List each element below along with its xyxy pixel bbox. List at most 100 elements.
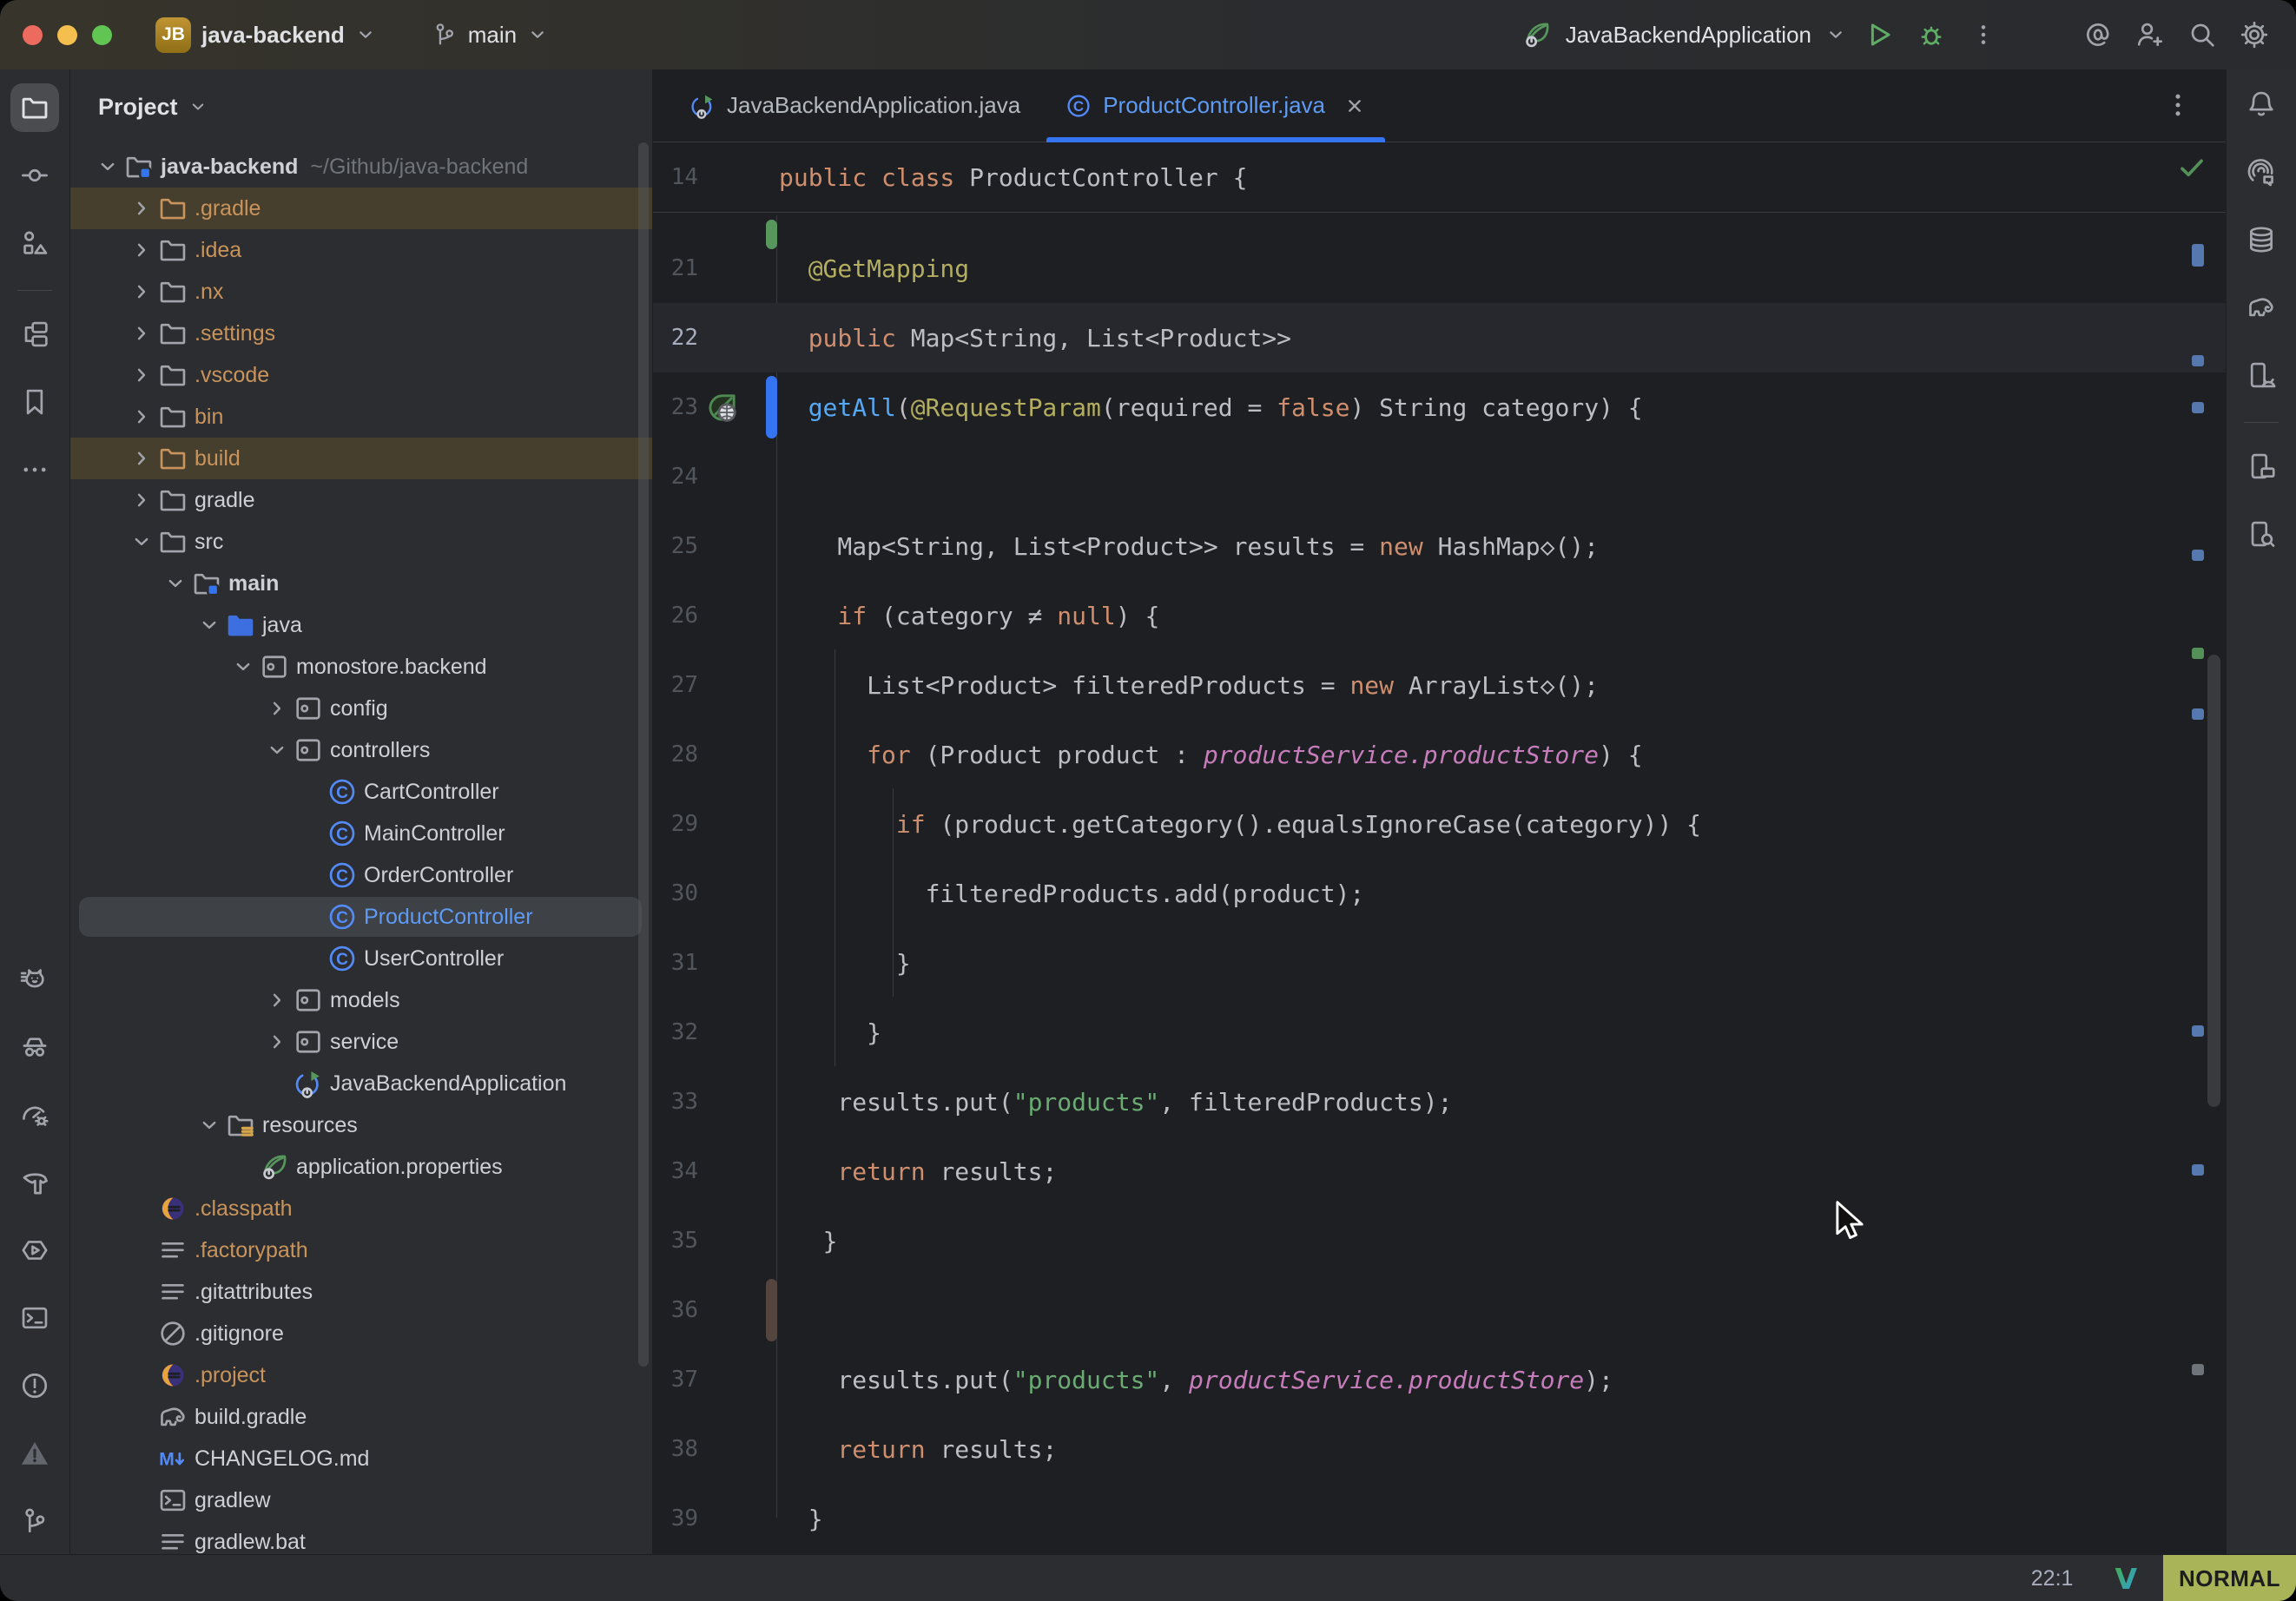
debug-button[interactable]	[1912, 16, 1950, 54]
tool-button-database[interactable]	[2237, 215, 2286, 264]
tool-button-device-android[interactable]	[2237, 351, 2286, 399]
tree-item-.gitignore[interactable]: .gitignore	[70, 1313, 652, 1354]
tool-button-more[interactable]	[10, 445, 59, 494]
chevron-down-icon[interactable]	[198, 1113, 224, 1137]
tree-item-UserController[interactable]: CUserController	[70, 938, 652, 979]
chevron-down-icon[interactable]	[164, 571, 190, 596]
tree-item-application.properties[interactable]: application.properties	[70, 1146, 652, 1188]
tool-button-problems[interactable]	[10, 1361, 59, 1410]
code-line-23[interactable]: 23getAll(@RequestParam(required = false)…	[653, 372, 2226, 442]
tool-button-project[interactable]	[10, 83, 59, 132]
tree-scrollbar[interactable]	[638, 142, 649, 1367]
code-line-24[interactable]: 24	[653, 442, 2226, 511]
tree-item-CartController[interactable]: CCartController	[70, 771, 652, 813]
tool-button-commit[interactable]	[10, 151, 59, 200]
tree-item-gradle[interactable]: gradle	[70, 479, 652, 521]
code-with-me-button[interactable]	[2131, 16, 2169, 54]
tree-item-src[interactable]: src	[70, 521, 652, 563]
tool-button-device-search[interactable]	[2237, 510, 2286, 558]
tool-button-ai-chat[interactable]	[2237, 148, 2286, 196]
minimize-window-button[interactable]	[57, 25, 77, 45]
tool-button-windows[interactable]	[10, 310, 59, 359]
tool-button-warning[interactable]	[10, 1429, 59, 1478]
code-line-39[interactable]: 39}	[653, 1484, 2226, 1553]
tree-item-java-backend[interactable]: java-backend~/Github/java-backend	[70, 146, 652, 188]
tree-item-.gitattributes[interactable]: .gitattributes	[70, 1271, 652, 1313]
settings-button[interactable]	[2235, 16, 2273, 54]
chevron-down-icon[interactable]	[96, 155, 122, 179]
tree-item-gradlew[interactable]: gradlew	[70, 1479, 652, 1521]
tool-button-incognito[interactable]	[10, 1023, 59, 1071]
tree-item-.idea[interactable]: .idea	[70, 229, 652, 271]
tool-button-bell[interactable]	[2237, 80, 2286, 128]
ai-assistant-button[interactable]	[2079, 16, 2117, 54]
tree-item-ProductController[interactable]: CProductController	[70, 896, 652, 938]
caret-position-widget[interactable]: 22:1	[2031, 1566, 2074, 1591]
search-everywhere-button[interactable]	[2183, 16, 2221, 54]
tree-item-bin[interactable]: bin	[70, 396, 652, 438]
chevron-down-icon[interactable]	[266, 738, 292, 762]
chevron-right-icon[interactable]	[130, 238, 156, 262]
chevron-right-icon[interactable]	[130, 321, 156, 346]
tool-button-structure[interactable]	[10, 219, 59, 267]
more-run-actions-button[interactable]	[1964, 16, 2002, 54]
tool-button-services[interactable]	[10, 1226, 59, 1275]
chevron-down-icon[interactable]	[232, 655, 258, 679]
tree-item-CHANGELOG.md[interactable]: MCHANGELOG.md	[70, 1438, 652, 1479]
tool-button-device-window[interactable]	[2237, 442, 2286, 491]
tree-item-models[interactable]: models	[70, 979, 652, 1021]
tool-button-build[interactable]	[10, 1158, 59, 1207]
code-line-28[interactable]: 28for (Product product : productService.…	[653, 720, 2226, 789]
editor-scrollbar[interactable]	[2207, 655, 2220, 1107]
code-line-22[interactable]: 22public Map<String, List<Product>>	[653, 303, 2226, 372]
tool-button-git-branch[interactable]	[10, 1497, 59, 1545]
tree-item-build.gradle[interactable]: build.gradle	[70, 1396, 652, 1438]
tool-button-cat[interactable]	[10, 955, 59, 1004]
tool-button-profiler[interactable]	[10, 1090, 59, 1139]
editor-tab-JavaBackendApplication.java[interactable]: JavaBackendApplication.java	[667, 69, 1043, 142]
tool-button-elephant[interactable]	[2237, 283, 2286, 332]
code-line-31[interactable]: 31}	[653, 928, 2226, 998]
tree-item-service[interactable]: service	[70, 1021, 652, 1063]
project-panel-header[interactable]: Project	[70, 69, 652, 144]
tree-item-.gradle[interactable]: .gradle	[70, 188, 652, 229]
run-button[interactable]	[1860, 16, 1898, 54]
chevron-right-icon[interactable]	[130, 446, 156, 471]
sticky-line-14[interactable]: 14public class ProductController {	[653, 142, 2226, 213]
editor-tab-ProductController.java[interactable]: CProductController.java	[1043, 69, 1389, 142]
tool-button-bookmark[interactable]	[10, 378, 59, 426]
tool-button-terminal[interactable]	[10, 1294, 59, 1342]
run-configuration-selector[interactable]: JavaBackendApplication	[1566, 22, 1811, 49]
inspections-ok-icon[interactable]	[2177, 153, 2207, 182]
code-line-25[interactable]: 25Map<String, List<Product>> results = n…	[653, 511, 2226, 581]
chevron-right-icon[interactable]	[266, 1030, 292, 1054]
code-line-32[interactable]: 32}	[653, 998, 2226, 1067]
editor-options-button[interactable]	[2163, 90, 2193, 120]
tree-item-gradlew.bat[interactable]: gradlew.bat	[70, 1521, 652, 1554]
tree-item-.project[interactable]: .project	[70, 1354, 652, 1396]
tree-item-resources[interactable]: resources	[70, 1104, 652, 1146]
branch-switcher[interactable]: main	[432, 22, 548, 49]
tree-item-.factorypath[interactable]: .factorypath	[70, 1229, 652, 1271]
endpoint-icon[interactable]	[706, 392, 738, 424]
tree-item-controllers[interactable]: controllers	[70, 729, 652, 771]
chevron-right-icon[interactable]	[266, 696, 292, 721]
code-line-21[interactable]: 21@GetMapping	[653, 234, 2226, 303]
chevron-right-icon[interactable]	[130, 363, 156, 387]
tree-item-monostore.backend[interactable]: monostore.backend	[70, 646, 652, 688]
tree-item-config[interactable]: config	[70, 688, 652, 729]
close-icon[interactable]	[1343, 95, 1366, 117]
code-line-37[interactable]: 37results.put("products", productService…	[653, 1345, 2226, 1414]
code-line-35[interactable]: 35}	[653, 1206, 2226, 1275]
code-line-38[interactable]: 38return results;	[653, 1414, 2226, 1484]
close-window-button[interactable]	[23, 25, 43, 45]
chevron-down-icon[interactable]	[130, 530, 156, 554]
code-line-33[interactable]: 33results.put("products", filteredProduc…	[653, 1067, 2226, 1137]
code-line-29[interactable]: 29if (product.getCategory().equalsIgnore…	[653, 789, 2226, 859]
tree-item-OrderController[interactable]: COrderController	[70, 854, 652, 896]
tree-item-.settings[interactable]: .settings	[70, 313, 652, 354]
code-line-36[interactable]: 36	[653, 1275, 2226, 1345]
chevron-right-icon[interactable]	[130, 196, 156, 221]
editor-content[interactable]: 14public class ProductController { 21@Get…	[653, 142, 2226, 1554]
ideavim-icon[interactable]: V	[2115, 1562, 2137, 1596]
